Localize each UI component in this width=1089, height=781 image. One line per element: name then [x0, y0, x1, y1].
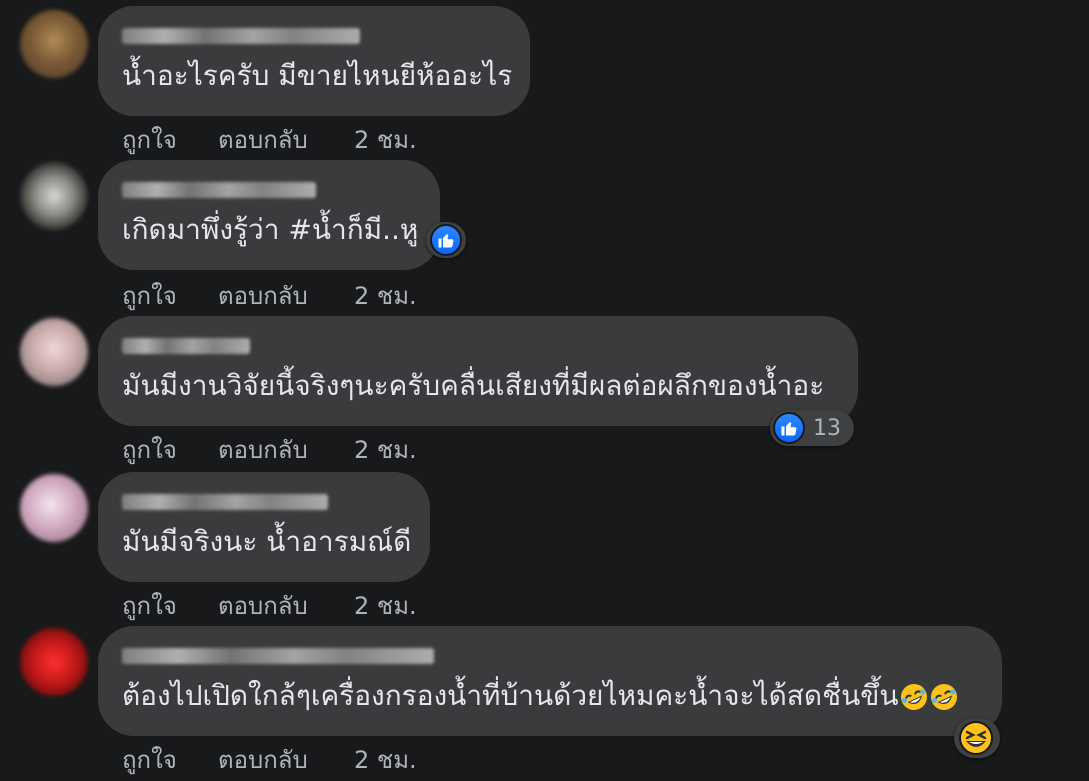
- squinting-grin-emoji-icon: [958, 720, 994, 756]
- timestamp[interactable]: 2 ชม.: [354, 276, 417, 315]
- reply-action[interactable]: ตอบกลับ: [218, 276, 354, 315]
- comment-actions: ถูกใจ ตอบกลับ 2 ชม.: [122, 430, 417, 469]
- comment-actions: ถูกใจ ตอบกลับ 2 ชม.: [122, 120, 417, 159]
- thumbs-up-icon: [773, 412, 805, 444]
- avatar[interactable]: [20, 10, 88, 78]
- comment-bubble: ต้องไปเปิดใกล้ๆเครื่องกรองน้ำที่บ้านด้วย…: [98, 626, 1002, 736]
- comment-text: มันมีงานวิจัยนี้จริงๆนะครับคลื่นเสียงที่…: [122, 369, 825, 402]
- timestamp[interactable]: 2 ชม.: [354, 586, 417, 625]
- rolling-laughing-emoji-icon: [899, 682, 929, 712]
- author-name-redacted[interactable]: [122, 28, 360, 44]
- comment-bubble: มันมีงานวิจัยนี้จริงๆนะครับคลื่นเสียงที่…: [98, 316, 858, 426]
- timestamp[interactable]: 2 ชม.: [354, 430, 417, 469]
- like-action[interactable]: ถูกใจ: [122, 740, 218, 779]
- author-name-redacted[interactable]: [122, 338, 250, 354]
- comment-bubble: มันมีจริงนะ น้ำอารมณ์ดี: [98, 472, 430, 582]
- avatar[interactable]: [20, 474, 88, 542]
- timestamp[interactable]: 2 ชม.: [354, 740, 417, 779]
- reaction-badge[interactable]: [426, 222, 466, 258]
- comment-text: มันมีจริงนะ น้ำอารมณ์ดี: [122, 525, 412, 558]
- reply-action[interactable]: ตอบกลับ: [218, 586, 354, 625]
- rolling-laughing-emoji-icon: [929, 682, 959, 712]
- avatar[interactable]: [20, 162, 88, 230]
- comment-text: เกิดมาพึ่งรู้ว่า #น้ำก็มี..หู: [122, 213, 419, 246]
- like-action[interactable]: ถูกใจ: [122, 276, 218, 315]
- reply-action[interactable]: ตอบกลับ: [218, 740, 354, 779]
- reply-action[interactable]: ตอบกลับ: [218, 430, 354, 469]
- comment-actions: ถูกใจ ตอบกลับ 2 ชม.: [122, 586, 417, 625]
- author-name-redacted[interactable]: [122, 648, 434, 664]
- comment-text-content: ต้องไปเปิดใกล้ๆเครื่องกรองน้ำที่บ้านด้วย…: [122, 679, 899, 712]
- comment-text: น้ำอะไรครับ มีขายไหนยีห้ออะไร: [122, 59, 513, 92]
- reply-action[interactable]: ตอบกลับ: [218, 120, 354, 159]
- author-name-redacted[interactable]: [122, 182, 316, 198]
- comment-actions: ถูกใจ ตอบกลับ 2 ชม.: [122, 276, 417, 315]
- comment-bubble: น้ำอะไรครับ มีขายไหนยีห้ออะไร: [98, 6, 530, 116]
- avatar[interactable]: [20, 318, 88, 386]
- comment-text: ต้องไปเปิดใกล้ๆเครื่องกรองน้ำที่บ้านด้วย…: [122, 678, 959, 714]
- like-action[interactable]: ถูกใจ: [122, 120, 218, 159]
- reaction-count: 13: [813, 415, 841, 441]
- comment-actions: ถูกใจ ตอบกลับ 2 ชม.: [122, 740, 417, 779]
- reaction-badge[interactable]: [954, 718, 1000, 758]
- like-action[interactable]: ถูกใจ: [122, 430, 218, 469]
- reaction-badge[interactable]: 13: [770, 410, 854, 446]
- author-name-redacted[interactable]: [122, 494, 328, 510]
- timestamp[interactable]: 2 ชม.: [354, 120, 417, 159]
- comment-bubble: เกิดมาพึ่งรู้ว่า #น้ำก็มี..หู: [98, 160, 440, 270]
- avatar[interactable]: [20, 628, 88, 696]
- thumbs-up-icon: [430, 224, 462, 256]
- like-action[interactable]: ถูกใจ: [122, 586, 218, 625]
